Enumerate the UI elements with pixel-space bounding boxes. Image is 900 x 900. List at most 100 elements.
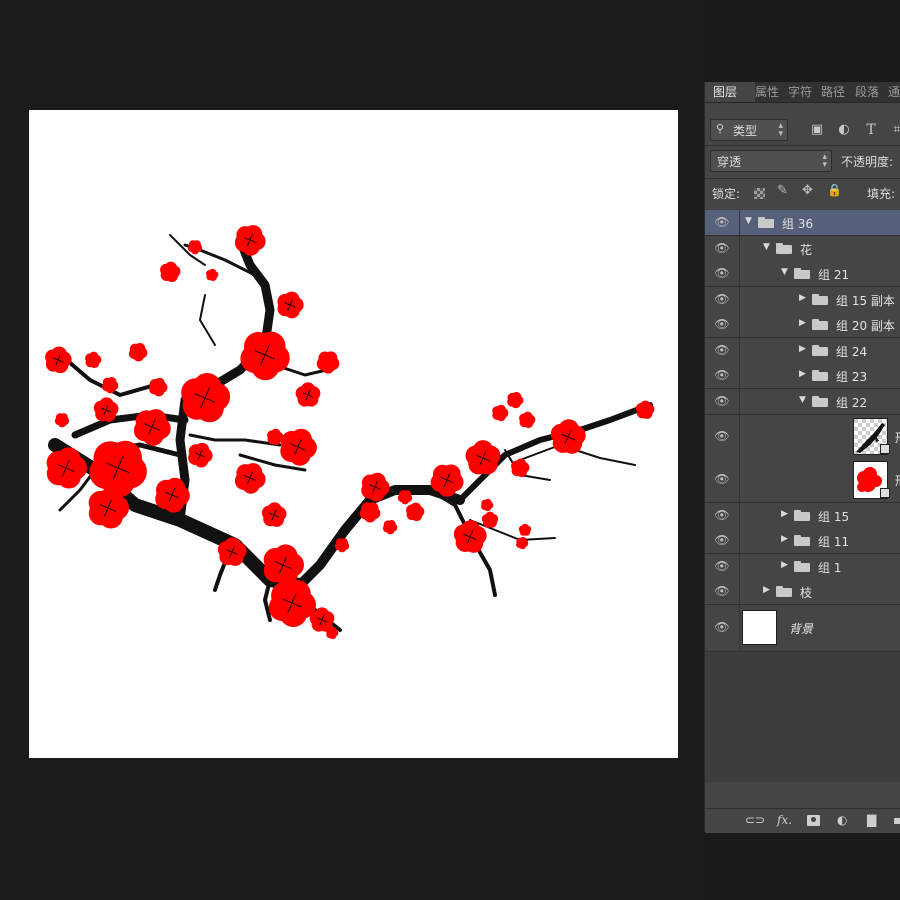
lock-transparency-icon[interactable]: [754, 188, 765, 199]
visibility-eye-icon[interactable]: 👁: [714, 533, 730, 547]
expand-triangle-icon[interactable]: ▶: [799, 369, 806, 379]
blossom: [267, 428, 284, 446]
adjustment-icon[interactable]: ◐: [837, 813, 847, 827]
lock-all-icon[interactable]: 🔒: [827, 183, 842, 197]
image-filter-icon[interactable]: ▣: [810, 123, 824, 137]
fill-label: 填充:: [867, 187, 896, 201]
collapse-triangle-icon[interactable]: ▼: [763, 242, 770, 252]
expand-triangle-icon[interactable]: ▶: [781, 509, 788, 519]
expand-triangle-icon[interactable]: ▶: [799, 344, 806, 354]
layer-name: 组 22: [836, 395, 868, 410]
visibility-eye-icon[interactable]: 👁: [714, 472, 730, 486]
layer-row[interactable]: 👁 形状 60: [705, 458, 900, 503]
visibility-eye-icon[interactable]: 👁: [714, 215, 730, 229]
mask-icon[interactable]: [807, 815, 820, 826]
visibility-eye-icon[interactable]: 👁: [714, 343, 730, 357]
expand-triangle-icon[interactable]: ▶: [799, 293, 806, 303]
layer-name: 形状 60: [895, 472, 900, 489]
canvas-area[interactable]: [0, 0, 704, 900]
tab-properties[interactable]: 属性: [755, 82, 779, 102]
layer-name: 枝: [800, 585, 813, 600]
layer-row[interactable]: 👁 ▶ 组 23: [705, 363, 900, 389]
layer-row[interactable]: 👁 ▼ 组 22: [705, 389, 900, 415]
layer-name: 组 21: [818, 267, 850, 282]
expand-triangle-icon[interactable]: ▶: [781, 534, 788, 544]
tab-layers[interactable]: 图层: [705, 82, 755, 102]
shape-filter-icon[interactable]: ⌗: [890, 123, 900, 137]
blossom: [45, 346, 72, 374]
lock-position-icon[interactable]: ✥: [802, 183, 813, 198]
tab-channels[interactable]: 通: [888, 82, 900, 102]
visibility-eye-icon[interactable]: 👁: [714, 317, 730, 331]
folder-icon: [794, 509, 810, 521]
lock-brush-icon[interactable]: ✎: [777, 183, 788, 198]
fx-icon[interactable]: fx.: [777, 813, 792, 827]
layers-panel: 图层 属性 字符 路径 段落 通 ⚲ 类型 ▴ ▾ ▣ ◐ T ⌗ 穿透 ▴ ▾ 不…: [704, 82, 900, 833]
layer-row[interactable]: 👁 ▶ 组 15 副本: [705, 287, 900, 313]
layer-row[interactable]: 👁 ▼ 组 36: [705, 210, 900, 236]
tab-character[interactable]: 字符: [788, 82, 812, 102]
layer-row[interactable]: 👁 背景: [705, 605, 900, 652]
expand-triangle-icon[interactable]: ▶: [799, 318, 806, 328]
blossom: [406, 502, 425, 522]
blossom: [128, 343, 148, 362]
visibility-eye-icon[interactable]: 👁: [714, 266, 730, 280]
updown-arrows-icon: ▴ ▾: [778, 121, 783, 139]
expand-triangle-icon[interactable]: ▶: [763, 585, 770, 595]
visibility-eye-icon[interactable]: 👁: [714, 584, 730, 598]
plum-blossom-artwork: [45, 225, 655, 640]
layer-name: 组 1: [818, 560, 842, 575]
visibility-eye-icon[interactable]: 👁: [714, 241, 730, 255]
blossom: [234, 225, 266, 256]
visibility-eye-icon[interactable]: 👁: [714, 292, 730, 306]
layer-row[interactable]: 👁 ▶ 组 24: [705, 338, 900, 364]
collapse-triangle-icon[interactable]: ▼: [781, 267, 788, 277]
layer-name: 组 23: [836, 369, 868, 384]
folder-icon: [776, 242, 792, 254]
layer-thumbnail[interactable]: [742, 610, 777, 645]
layer-row[interactable]: 👁 ▼ 花: [705, 236, 900, 262]
visibility-eye-icon[interactable]: 👁: [714, 559, 730, 573]
layer-row[interactable]: 👁 形状 61: [705, 415, 900, 459]
visibility-eye-icon[interactable]: 👁: [714, 394, 730, 408]
collapse-triangle-icon[interactable]: ▼: [799, 395, 806, 405]
filter-type-select[interactable]: ⚲ 类型 ▴ ▾: [710, 119, 788, 141]
layer-row[interactable]: 👁 ▶ 组 20 副本: [705, 312, 900, 338]
blossom: [240, 331, 290, 381]
visibility-eye-icon[interactable]: 👁: [714, 368, 730, 382]
layer-row[interactable]: 👁 ▶ 组 15: [705, 503, 900, 529]
blossom: [481, 511, 499, 528]
layer-row[interactable]: 👁 ▶ 组 1: [705, 554, 900, 580]
expand-triangle-icon[interactable]: ▶: [781, 560, 788, 570]
blossom: [334, 538, 350, 553]
blossom: [507, 391, 524, 409]
blossom: [359, 502, 381, 523]
layer-name: 组 20 副本: [836, 318, 895, 333]
blossom: [465, 440, 501, 475]
visibility-eye-icon[interactable]: 👁: [714, 429, 730, 443]
tab-paragraph[interactable]: 段落: [855, 82, 879, 102]
new-group-icon[interactable]: ▇: [867, 813, 876, 827]
blend-mode-select[interactable]: 穿透 ▴ ▾: [710, 150, 832, 172]
type-filter-icon[interactable]: T: [864, 123, 878, 137]
layer-row[interactable]: 👁 ▶ 组 11: [705, 528, 900, 554]
blossom: [481, 498, 494, 512]
document-canvas[interactable]: [29, 110, 678, 758]
visibility-eye-icon[interactable]: 👁: [714, 620, 730, 634]
folder-icon: [794, 534, 810, 546]
link-icon[interactable]: ⊂⊃: [745, 813, 765, 827]
blossom: [234, 463, 266, 494]
blossom: [550, 419, 586, 454]
blossom: [89, 440, 147, 498]
visibility-eye-icon[interactable]: 👁: [714, 508, 730, 522]
panel-bottom-bar: ⊂⊃ fx. ◐ ▇ ▪: [705, 808, 900, 833]
new-layer-icon[interactable]: ▪: [893, 813, 900, 827]
layer-row[interactable]: 👁 ▼ 组 21: [705, 261, 900, 287]
layer-row[interactable]: 👁 ▶ 枝: [705, 579, 900, 605]
updown-arrows-icon: ▴ ▾: [822, 152, 827, 170]
collapse-triangle-icon[interactable]: ▼: [745, 216, 752, 226]
tab-paths[interactable]: 路径: [821, 82, 845, 102]
blossom: [518, 523, 532, 536]
blossom: [277, 291, 304, 319]
adjustment-filter-icon[interactable]: ◐: [837, 123, 851, 137]
